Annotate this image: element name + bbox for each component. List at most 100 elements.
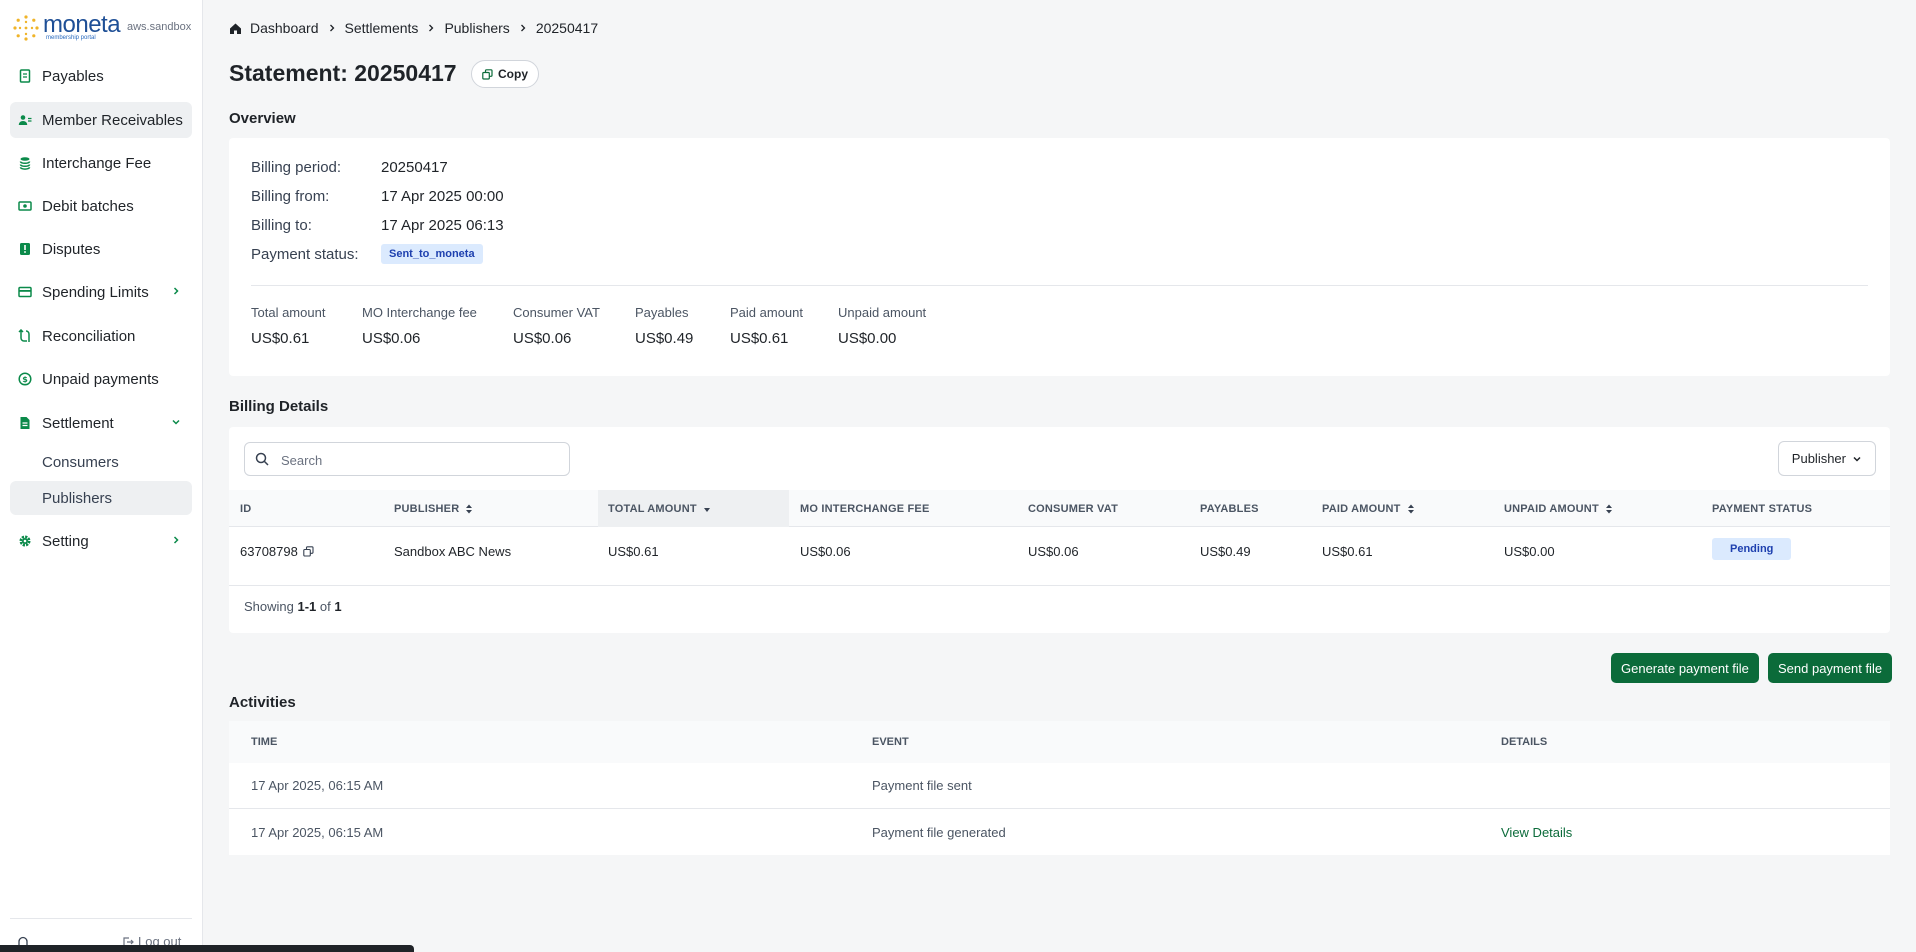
search-input[interactable]	[281, 450, 561, 470]
billing-to-value: 17 Apr 2025 06:13	[381, 217, 504, 234]
sidebar-item-payables[interactable]: Payables	[10, 58, 192, 94]
sidebar-item-settlement[interactable]: Settlement	[10, 405, 192, 441]
col-label: MO INTERCHANGE FEE	[800, 502, 930, 515]
billing-to-label: Billing to:	[251, 217, 312, 234]
table-row: 17 Apr 2025, 06:15 AM Payment file gener…	[229, 809, 1890, 855]
payment-status-label: Payment status:	[251, 245, 359, 263]
view-details-link[interactable]: View Details	[1501, 825, 1572, 840]
chevron-down-icon	[1853, 456, 1861, 462]
col-id: ID	[240, 490, 251, 527]
col-label: UNPAID AMOUNT	[1504, 502, 1599, 515]
sidebar-item-interchange-fee[interactable]: Interchange Fee	[10, 145, 192, 181]
credit-card-icon	[18, 286, 32, 298]
col-time: TIME	[251, 736, 278, 748]
breadcrumb-settlements[interactable]: Settlements	[345, 20, 419, 36]
moneta-logo-icon	[13, 15, 39, 41]
chevron-right-icon	[173, 287, 179, 295]
metric-label: Consumer VAT	[513, 305, 600, 320]
chevron-right-icon	[329, 24, 334, 32]
overview-row: Billing to: 17 Apr 2025 06:13	[251, 217, 504, 234]
sort-icon	[1605, 504, 1612, 513]
banknote-icon	[18, 201, 32, 211]
users-icon	[18, 115, 32, 125]
cell-event: Payment file generated	[872, 825, 1006, 840]
publisher-filter-dropdown[interactable]: Publisher	[1777, 441, 1876, 476]
sidebar-subitem-consumers[interactable]: Consumers	[10, 445, 192, 479]
generate-payment-file-button[interactable]: Generate payment file	[1611, 653, 1759, 683]
receipt-icon	[19, 69, 31, 83]
metric-paid-amount: Paid amount US$0.61	[730, 305, 803, 347]
sort-descending-icon	[703, 507, 710, 512]
overview-divider	[251, 285, 1868, 286]
metric-interchange-fee: MO Interchange fee US$0.06	[362, 305, 477, 347]
row-divider	[229, 585, 1890, 586]
copy-icon	[482, 68, 493, 80]
copy-icon[interactable]	[303, 546, 314, 557]
alert-icon	[20, 243, 30, 255]
activities-table: TIME EVENT DETAILS 17 Apr 2025, 06:15 AM…	[229, 721, 1890, 855]
copy-button[interactable]: Copy	[471, 60, 539, 88]
col-label: CONSUMER VAT	[1028, 502, 1118, 515]
search-box	[244, 442, 570, 476]
showing-range: 1-1	[297, 599, 317, 614]
document-icon	[20, 417, 30, 429]
metric-label: Paid amount	[730, 305, 803, 320]
sidebar-item-setting[interactable]: Setting	[10, 523, 192, 559]
overview-row: Payment status: Sent_to_moneta	[251, 244, 483, 264]
breadcrumb: Dashboard Settlements Publishers 2025041…	[229, 20, 598, 36]
sidebar-item-label: Disputes	[42, 240, 101, 258]
cell-time: 17 Apr 2025, 06:15 AM	[251, 825, 384, 840]
breadcrumb-publishers[interactable]: Publishers	[444, 20, 509, 36]
showing-prefix: Showing	[244, 599, 294, 614]
breadcrumb-dashboard[interactable]: Dashboard	[250, 20, 319, 36]
cell-time: 17 Apr 2025, 06:15 AM	[251, 778, 384, 793]
status-badge: Pending	[1712, 538, 1792, 560]
sidebar-subitem-publishers[interactable]: Publishers	[10, 481, 192, 515]
sidebar-item-label: Member Receivables	[42, 111, 183, 129]
col-publisher[interactable]: PUBLISHER	[394, 490, 473, 527]
home-icon[interactable]	[229, 22, 242, 35]
metric-value: US$0.06	[362, 330, 421, 347]
cell-id-value: 63708798	[240, 544, 298, 559]
sidebar-item-label: Payables	[42, 67, 104, 85]
chevron-down-icon	[172, 419, 180, 425]
sort-icon	[466, 504, 473, 513]
page-title: Statement: 20250417	[229, 60, 457, 86]
cell-payables: US$0.49	[1200, 544, 1251, 559]
col-total-amount[interactable]: TOTAL AMOUNT	[608, 490, 711, 527]
cell-id: 63708798	[240, 544, 314, 559]
chevron-right-icon	[173, 536, 179, 544]
col-unpaid-amount[interactable]: UNPAID AMOUNT	[1504, 490, 1613, 527]
brand[interactable]: moneta membership portal aws.sandbox	[12, 12, 197, 44]
table-row: 17 Apr 2025, 06:15 AM Payment file sent	[229, 763, 1890, 808]
metric-total-amount: Total amount US$0.61	[251, 305, 325, 347]
metric-value: US$0.06	[513, 330, 572, 347]
metric-label: Total amount	[251, 305, 326, 320]
showing-of: of	[319, 599, 331, 614]
search-icon	[255, 452, 269, 466]
arrows-icon	[18, 329, 30, 342]
pagination-summary: Showing 1-1 of 1	[244, 599, 342, 614]
sort-icon	[1407, 504, 1414, 513]
cell-consumer-vat: US$0.06	[1028, 544, 1079, 559]
metric-value: US$0.00	[838, 330, 897, 347]
send-payment-file-button[interactable]: Send payment file	[1768, 653, 1893, 683]
billing-period-label: Billing period:	[251, 159, 342, 176]
metric-label: Payables	[635, 305, 689, 320]
sidebar-item-reconciliation[interactable]: Reconciliation	[10, 318, 192, 354]
overview-heading: Overview	[229, 110, 296, 127]
col-paid-amount[interactable]: PAID AMOUNT	[1322, 490, 1415, 527]
sidebar-item-spending-limits[interactable]: Spending Limits	[10, 274, 192, 310]
browser-status-bar	[0, 945, 414, 952]
sidebar-item-disputes[interactable]: Disputes	[10, 231, 192, 267]
sidebar-item-label: Settlement	[42, 414, 114, 432]
sidebar-item-debit-batches[interactable]: Debit batches	[10, 188, 192, 224]
cell-payment-status: Pending	[1712, 538, 1792, 560]
overview-card: Billing period: 20250417 Billing from: 1…	[229, 138, 1890, 376]
button-label: Send payment file	[1778, 660, 1883, 676]
sidebar-item-unpaid-payments[interactable]: $ Unpaid payments	[10, 361, 192, 397]
sidebar-item-member-receivables[interactable]: Member Receivables	[10, 102, 192, 138]
cell-interchange-fee: US$0.06	[800, 544, 851, 559]
showing-total: 1	[334, 599, 342, 614]
col-label: TOTAL AMOUNT	[608, 502, 697, 515]
